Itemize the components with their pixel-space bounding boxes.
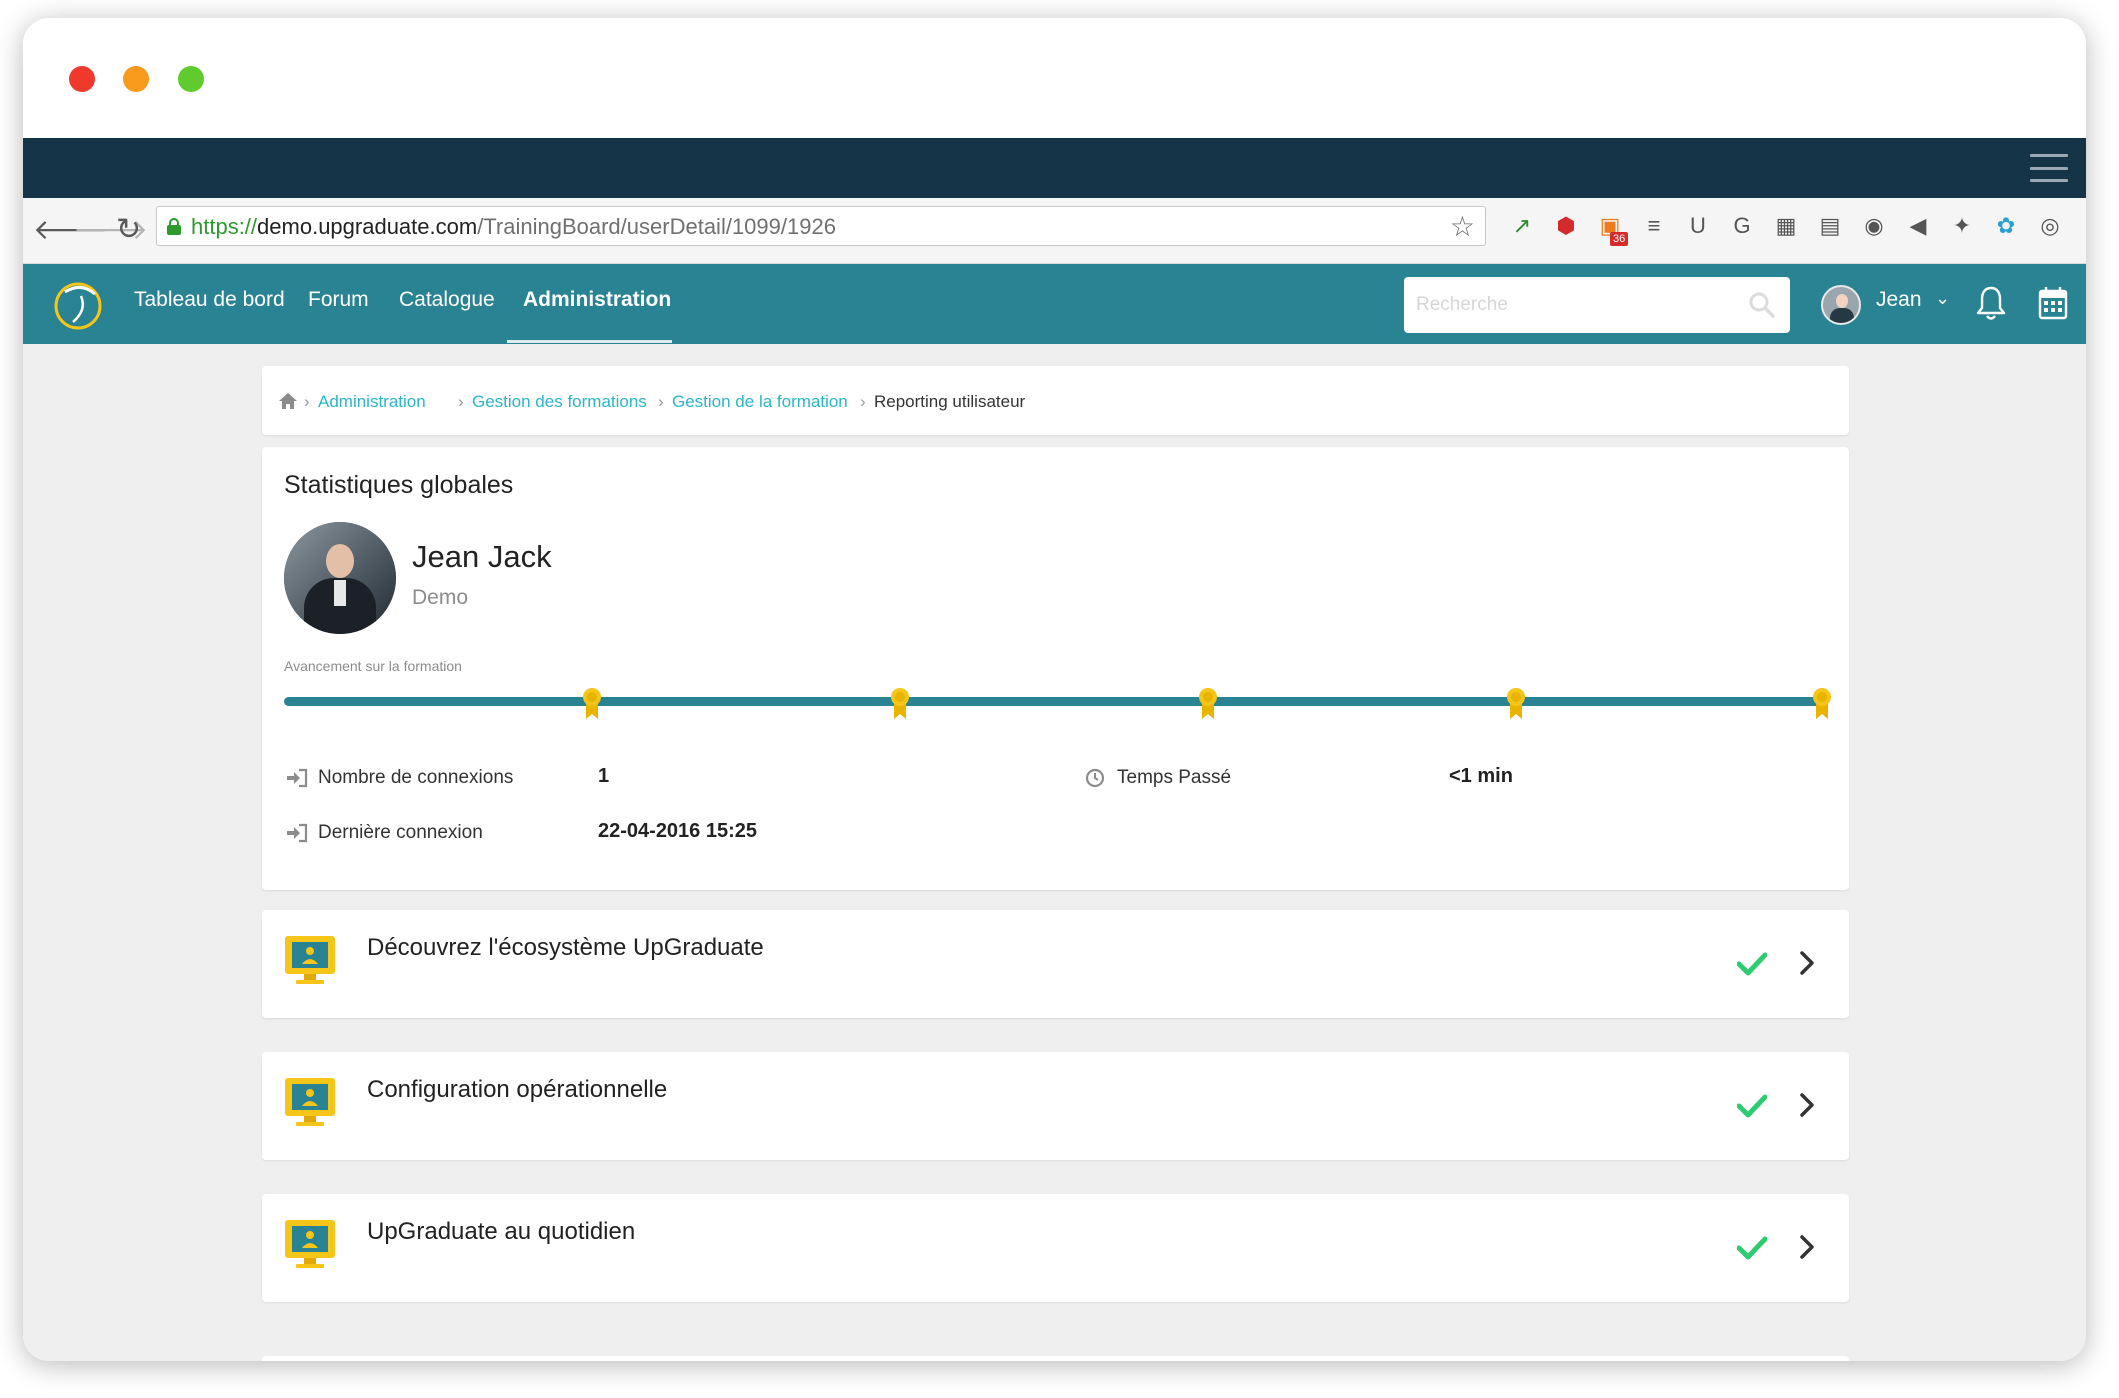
connections-value: 1 — [598, 765, 610, 787]
nav-administration[interactable]: Administration — [523, 288, 671, 312]
search-box — [1404, 277, 1790, 333]
upgraduate-logo[interactable] — [51, 278, 105, 332]
user-menu-name[interactable]: Jean — [1876, 288, 1922, 312]
breadcrumb-separator: › — [860, 392, 866, 411]
lock-icon — [167, 218, 181, 235]
circle-icon[interactable]: ◎ — [2036, 212, 2064, 240]
breadcrumb-separator: › — [304, 392, 310, 411]
check-icon — [1737, 1236, 1767, 1260]
screen-presentation-icon — [285, 1078, 335, 1126]
user-full-name: Jean Jack — [412, 539, 552, 574]
active-tab-underline — [507, 340, 672, 343]
chevron-right-icon[interactable] — [1798, 1234, 1816, 1260]
last-connection-value: 22-04-2016 15:25 — [598, 820, 758, 842]
search-icon[interactable] — [1748, 291, 1776, 319]
milestone-ribbon-icon — [583, 688, 601, 719]
ublock-icon[interactable]: ⬢ — [1552, 212, 1580, 240]
screen-presentation-icon — [285, 1220, 335, 1268]
pin-icon[interactable]: ✦ — [1948, 212, 1976, 240]
check-icon — [1737, 952, 1767, 976]
calendar-icon[interactable] — [2038, 286, 2068, 320]
global-stats-card: Statistiques globales Jean Jack Demo Ava… — [262, 447, 1849, 890]
time-spent-label: Temps Passé — [1117, 767, 1232, 788]
minimize-window-button[interactable] — [123, 66, 149, 92]
close-window-button[interactable] — [69, 66, 95, 92]
module-card-partial[interactable] — [262, 1356, 1849, 1361]
record-icon[interactable]: ◉ — [1860, 212, 1888, 240]
palette-icon[interactable]: ✿ — [1992, 212, 2020, 240]
module-card[interactable]: Configuration opérationnelle — [262, 1052, 1849, 1160]
clock-icon — [1085, 768, 1105, 788]
module-title[interactable]: Configuration opérationnelle — [367, 1076, 667, 1104]
nav-forum[interactable]: Forum — [308, 288, 369, 312]
milestone-ribbon-icon — [1813, 688, 1831, 719]
address-bar[interactable]: https://demo.upgraduate.com/TrainingBoar… — [156, 206, 1486, 246]
extension-badge: 36 — [1610, 232, 1629, 246]
google-translate-icon[interactable]: G — [1728, 212, 1756, 240]
breadcrumb: › Administration › Gestion des formation… — [262, 366, 1849, 435]
breadcrumb-gestion-de-la-formation[interactable]: Gestion de la formation — [672, 392, 848, 412]
breadcrumb-current: Reporting utilisateur — [874, 392, 1026, 411]
url-text: https://demo.upgraduate.com/TrainingBoar… — [191, 214, 836, 239]
last-connection-label: Dernière connexion — [318, 822, 483, 843]
milestone-ribbon-icon — [891, 688, 909, 719]
bookmark-star-icon[interactable]: ☆ — [1450, 210, 1475, 243]
speaker-icon[interactable]: ◀ — [1904, 212, 1932, 240]
progress-label: Avancement sur la formation — [284, 658, 462, 674]
module-card[interactable]: Découvrez l'écosystème UpGraduate — [262, 910, 1849, 1018]
title-bar — [23, 18, 2086, 138]
progress-bar — [284, 697, 1824, 706]
module-title[interactable]: UpGraduate au quotidien — [367, 1218, 635, 1246]
bell-icon[interactable] — [1975, 284, 2007, 322]
chevron-right-icon[interactable] — [1798, 1092, 1816, 1118]
screen-presentation-icon — [285, 936, 335, 984]
qr-code-icon[interactable]: ▦ — [1772, 212, 1800, 240]
sign-in-icon — [287, 768, 308, 788]
user-avatar[interactable] — [1821, 285, 1861, 325]
module-title[interactable]: Découvrez l'écosystème UpGraduate — [367, 934, 764, 962]
page-content: › Administration › Gestion des formation… — [23, 344, 2086, 1361]
check-icon — [1737, 1094, 1767, 1118]
browser-window: 🡐 🡒 ↻ https://demo.upgraduate.com/Traini… — [23, 18, 2086, 1361]
breadcrumb-gestion-des-formations[interactable]: Gestion des formations — [472, 392, 647, 412]
search-input[interactable] — [1416, 291, 1736, 319]
buffer-icon[interactable]: ≡ — [1640, 212, 1668, 240]
chevron-down-icon[interactable]: ⌄ — [1935, 288, 1950, 309]
module-card[interactable]: UpGraduate au quotidien — [262, 1194, 1849, 1302]
time-spent-value: <1 min — [1449, 765, 1513, 787]
user-photo — [284, 522, 396, 634]
connections-label: Nombre de connexions — [318, 767, 514, 788]
milestone-ribbon-icon — [1199, 688, 1217, 719]
reload-icon[interactable]: ↻ — [116, 214, 141, 246]
breadcrumb-administration[interactable]: Administration — [318, 392, 426, 412]
nav-tableau-de-bord[interactable]: Tableau de bord — [134, 288, 285, 312]
sign-in-icon — [287, 823, 308, 843]
home-icon[interactable] — [278, 392, 298, 410]
browser-tab-strip — [23, 138, 2086, 198]
milestone-ribbon-icon — [1507, 688, 1525, 719]
app-navbar: Tableau de bord Forum Catalogue Administ… — [23, 264, 2086, 344]
browser-toolbar: 🡐 🡒 ↻ https://demo.upgraduate.com/Traini… — [23, 198, 2086, 264]
film-icon[interactable]: ▤ — [1816, 212, 1844, 240]
chevron-right-icon[interactable] — [1798, 950, 1816, 976]
stats-title: Statistiques globales — [284, 471, 514, 499]
breadcrumb-separator: › — [458, 392, 464, 411]
browser-menu-icon[interactable] — [2030, 154, 2068, 182]
colorzilla-icon[interactable]: ↗ — [1508, 212, 1536, 240]
nav-catalogue[interactable]: Catalogue — [399, 288, 495, 312]
user-organization: Demo — [412, 586, 469, 609]
maximize-window-button[interactable] — [178, 66, 204, 92]
breadcrumb-separator: › — [658, 392, 664, 411]
upwork-icon[interactable]: U — [1684, 212, 1712, 240]
